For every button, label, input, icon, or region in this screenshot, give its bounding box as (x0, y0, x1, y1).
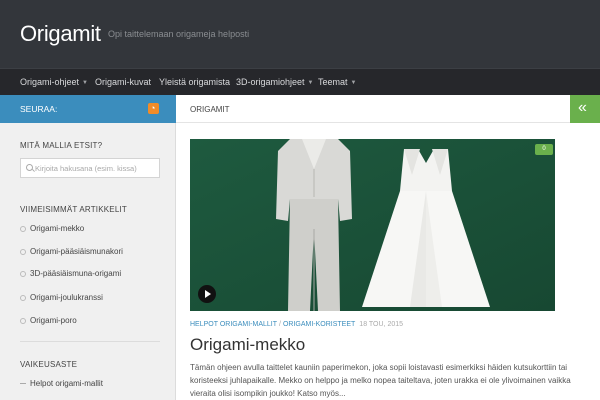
page-title: ORIGAMIT (190, 105, 230, 114)
recent-post-title: 3D-pääsiäismuna-origami (30, 269, 122, 278)
widget-divider (20, 341, 160, 342)
category-link[interactable]: HELPOT ORIGAMI-MALLIT (190, 321, 277, 328)
main-nav: Origami-ohjeet ▼ Origami-kuvat Yleistä or… (0, 68, 600, 95)
nav-item-label: Origami-ohjeet (20, 77, 80, 87)
nav-item-label: Teemat (318, 77, 348, 87)
chevron-down-icon: ▼ (307, 80, 314, 86)
search-input[interactable] (35, 159, 159, 177)
recent-post-title: Origami-pääsiäismunakori (30, 247, 123, 256)
breadcrumb: ORIGAMIT « (176, 95, 600, 123)
origami-dress-illustration (190, 139, 555, 311)
follow-label: SEURAA: (20, 104, 58, 114)
recent-post-link[interactable]: Origami-poro (20, 316, 170, 330)
sidebar: SEURAA: ◔ MITÄ MALLIA ETSIT? VIIMEISIMMÄ… (0, 95, 176, 400)
post-excerpt: Tämän ohjeen avulla taittelet kauniin pa… (190, 363, 571, 398)
site-tagline: Opi taittelemaan origameja helposti (108, 29, 250, 39)
nav-item-yleista-origamista[interactable]: Yleistä origamista (159, 69, 230, 95)
site-header: Origamit Opi taittelemaan origameja help… (0, 0, 600, 68)
recent-post-link[interactable]: Origami-joulukranssi (20, 293, 170, 307)
difficulty-link[interactable]: Helpot origami-mallit (20, 379, 170, 393)
circle-bullet-icon (20, 226, 26, 232)
post-date: 18 TOU, 2015 (359, 321, 404, 328)
search-icon (26, 164, 33, 171)
recent-post-link[interactable]: Origami-mekko (20, 224, 170, 238)
main-content: ORIGAMIT « 0 HELPOT ORIGAMI-MALLIT / ORI… (176, 95, 600, 400)
difficulty-label: Helpot origami-mallit (30, 379, 103, 388)
chevron-down-icon: ▼ (350, 80, 357, 86)
search-widget-title: MITÄ MALLIA ETSIT? (20, 141, 103, 150)
post-meta: HELPOT ORIGAMI-MALLIT / ORIGAMI-KORISTEET 1… (190, 321, 403, 328)
nav-item-label: Origami-kuvat (95, 77, 152, 87)
nav-item-teemat[interactable]: Teemat ▼ (318, 69, 356, 95)
recent-post-title: Origami-joulukranssi (30, 293, 103, 302)
recent-post-title: Origami-poro (30, 316, 77, 325)
play-icon[interactable] (198, 285, 216, 303)
site-title[interactable]: Origamit (20, 21, 101, 47)
search-box[interactable] (20, 158, 160, 178)
post-title[interactable]: Origami-mekko (190, 335, 305, 355)
nav-item-origami-kuvat[interactable]: Origami-kuvat (95, 69, 151, 95)
chevron-down-icon: ▼ (82, 80, 88, 86)
nav-item-label: 3D-origamiohjeet (236, 77, 305, 87)
post-thumbnail[interactable]: 0 (190, 139, 555, 311)
nav-item-label: Yleistä origamista (159, 77, 231, 87)
nav-item-origami-ohjeet[interactable]: Origami-ohjeet ▼ (20, 69, 88, 95)
recent-post-link[interactable]: 3D-pääsiäismuna-origami (20, 269, 170, 283)
recent-widget-title: VIIMEISIMMÄT ARTIKKELIT (20, 205, 127, 214)
comment-count-badge[interactable]: 0 (535, 144, 553, 155)
circle-bullet-icon (20, 295, 26, 301)
dash-bullet-icon (20, 383, 26, 384)
circle-bullet-icon (20, 249, 26, 255)
circle-bullet-icon (20, 318, 26, 324)
double-chevron-left-icon: « (578, 99, 587, 116)
circle-bullet-icon (20, 271, 26, 277)
recent-post-link[interactable]: Origami-pääsiäismunakori (20, 247, 170, 261)
nav-item-3d-origamiohjeet[interactable]: 3D-origamiohjeet ▼ (236, 69, 314, 95)
sidebar-toggle-button[interactable]: « (570, 95, 600, 123)
follow-bar: SEURAA: ◔ (0, 95, 176, 123)
rss-icon[interactable]: ◔ (148, 103, 159, 114)
recent-post-title: Origami-mekko (30, 224, 85, 233)
category-link[interactable]: ORIGAMI-KORISTEET (283, 321, 355, 328)
category-separator: / (279, 321, 281, 328)
difficulty-widget-title: VAIKEUSASTE (20, 360, 78, 369)
